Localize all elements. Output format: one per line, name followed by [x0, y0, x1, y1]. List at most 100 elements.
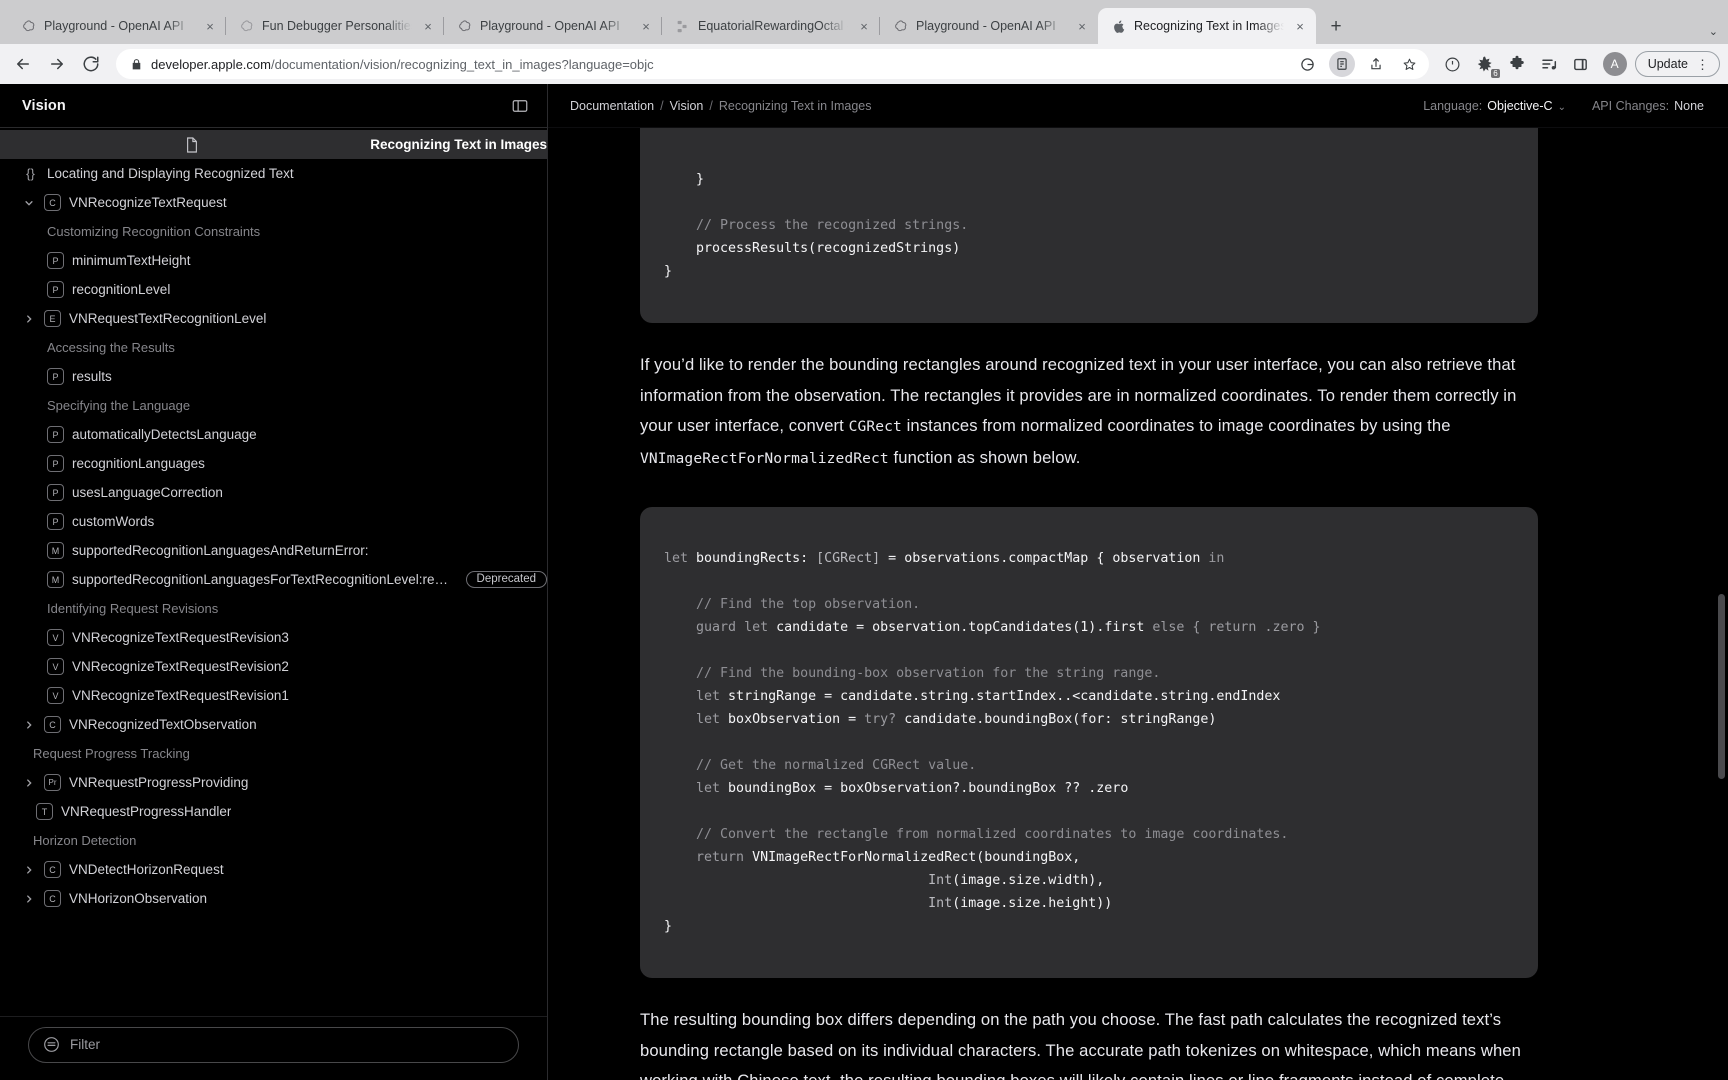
- chevron-right-icon[interactable]: [22, 314, 36, 324]
- code-line: }: [664, 172, 705, 187]
- code-line: let boundingBox = boxObservation?.boundi…: [664, 781, 1129, 796]
- tab-strip-right: ⌄: [1709, 25, 1728, 44]
- api-changes-control[interactable]: API Changes: None: [1592, 99, 1704, 113]
- extensions-puzzle-icon[interactable]: [1503, 50, 1531, 78]
- side-panel-icon[interactable]: [1567, 50, 1595, 78]
- browser-tab[interactable]: Playground - OpenAI API ×: [879, 8, 1098, 44]
- tab-title: Playground - OpenAI API: [480, 19, 620, 33]
- sidebar-item-vnrecognizetextrequestrevision2[interactable]: V VNRecognizeTextRequestRevision2: [0, 652, 547, 681]
- reload-button[interactable]: [76, 49, 106, 79]
- sidebar-item-vnrecognizetextrequestrevision3[interactable]: V VNRecognizeTextRequestRevision3: [0, 623, 547, 652]
- sidebar-item-results[interactable]: P results: [0, 362, 547, 391]
- sidebar-item-recognizing-text-in-images[interactable]: Recognizing Text in Images: [0, 130, 547, 159]
- openai-icon: [456, 18, 472, 34]
- sidebar-item-vnrequesttextrecognitionlevel[interactable]: E VNRequestTextRecognitionLevel: [0, 304, 547, 333]
- sidebar-toggle-icon[interactable]: [511, 97, 529, 115]
- class-symbol-icon: C: [44, 861, 61, 878]
- google-lens-icon[interactable]: [1295, 51, 1321, 77]
- sidebar-item-locating-and-displaying-recognized-text[interactable]: {} Locating and Displaying Recognized Te…: [0, 159, 547, 188]
- enum-symbol-icon: E: [44, 310, 61, 327]
- share-icon[interactable]: [1363, 51, 1389, 77]
- documentation-sidebar: Vision Recognizing Text in Images {} Loc…: [0, 84, 548, 1080]
- update-label: Update: [1647, 57, 1688, 71]
- bookmark-star-icon[interactable]: [1397, 51, 1423, 77]
- browser-tab-active[interactable]: Recognizing Text in Images | A ×: [1098, 8, 1316, 44]
- sidebar-group-label: Identifying Request Revisions: [47, 601, 219, 616]
- filter-icon: [43, 1036, 60, 1053]
- browser-menu-icon[interactable]: ⋮: [1696, 58, 1709, 71]
- sidebar-item-recognitionlevel[interactable]: P recognitionLevel: [0, 275, 547, 304]
- forward-button[interactable]: [42, 49, 72, 79]
- browser-tab[interactable]: EquatorialRewardingOctal - Re ×: [661, 8, 880, 44]
- sidebar-item-label: minimumTextHeight: [72, 253, 191, 268]
- playlist-icon[interactable]: [1535, 50, 1563, 78]
- braces-icon: {}: [26, 166, 35, 181]
- breadcrumb-item-documentation[interactable]: Documentation: [570, 99, 654, 113]
- sidebar-item-vnrequestprogressproviding[interactable]: Pr VNRequestProgressProviding: [0, 768, 547, 797]
- chevron-down-icon[interactable]: ⌄: [1709, 25, 1718, 38]
- sidebar-item-vnrecognizetextrequest[interactable]: C VNRecognizeTextRequest: [0, 188, 547, 217]
- property-symbol-icon: P: [47, 426, 64, 443]
- status-badge: Deprecated: [465, 571, 547, 588]
- sidebar-item-vnrecognizedtextobservation[interactable]: C VNRecognizedTextObservation: [0, 710, 547, 739]
- method-symbol-icon: M: [47, 571, 64, 588]
- chevron-down-icon[interactable]: [22, 198, 36, 208]
- avatar[interactable]: A: [1602, 52, 1627, 76]
- sidebar-group-accessing-the-results: Accessing the Results: [0, 333, 547, 362]
- close-icon[interactable]: ×: [202, 18, 218, 34]
- chevron-right-icon[interactable]: [22, 894, 36, 904]
- property-symbol-icon: P: [47, 455, 64, 472]
- sidebar-item-vndetecthorizonrequest[interactable]: C VNDetectHorizonRequest: [0, 855, 547, 884]
- sidebar-item-vnrequestprogresshandler[interactable]: T VNRequestProgressHandler: [0, 797, 547, 826]
- sidebar-item-label: Recognizing Text in Images: [370, 137, 547, 152]
- apple-icon: [1110, 18, 1126, 34]
- browser-tab[interactable]: Playground - OpenAI API ×: [443, 8, 662, 44]
- chevron-right-icon[interactable]: [22, 865, 36, 875]
- tab-title: Recognizing Text in Images | A: [1134, 19, 1284, 33]
- chevron-right-icon[interactable]: [22, 778, 36, 788]
- password-manager-icon[interactable]: [1439, 50, 1467, 78]
- sidebar-item-useslanguagecorrection[interactable]: P usesLanguageCorrection: [0, 478, 547, 507]
- breadcrumb-separator: /: [660, 98, 664, 113]
- new-tab-button[interactable]: +: [1322, 12, 1350, 40]
- close-icon[interactable]: ×: [1074, 18, 1090, 34]
- openai-icon: [20, 18, 36, 34]
- sidebar-item-supportedrecognitionlanguagesfortextrecognitionlevel[interactable]: M supportedRecognitionLanguagesForTextRe…: [0, 565, 547, 594]
- language-selector[interactable]: Language: Objective-C ⌄: [1423, 99, 1566, 113]
- value-symbol-icon: V: [47, 658, 64, 675]
- vertical-scrollbar[interactable]: [1718, 594, 1725, 779]
- sidebar-group-specifying-the-language: Specifying the Language: [0, 391, 547, 420]
- sidebar-item-automaticallydetectslanguage[interactable]: P automaticallyDetectsLanguage: [0, 420, 547, 449]
- sidebar-item-vnhorizonobservation[interactable]: C VNHorizonObservation: [0, 884, 547, 913]
- api-changes-label: API Changes:: [1591, 98, 1670, 113]
- sidebar-item-supportedrecognitionlanguagesandreturnerror[interactable]: M supportedRecognitionLanguagesAndReturn…: [0, 536, 547, 565]
- tab-strip: Playground - OpenAI API × Fun Debugger P…: [0, 0, 1728, 44]
- close-icon[interactable]: ×: [856, 18, 872, 34]
- reading-mode-icon[interactable]: [1328, 51, 1355, 77]
- class-symbol-icon: C: [44, 890, 61, 907]
- filter-input[interactable]: Filter: [28, 1026, 519, 1063]
- sidebar-item-minimumtextheight[interactable]: P minimumTextHeight: [0, 246, 547, 275]
- sidebar-item-label: VNRequestProgressHandler: [61, 804, 232, 819]
- back-button[interactable]: [8, 49, 38, 79]
- sidebar-item-label: VNRecognizeTextRequestRevision3: [72, 630, 289, 645]
- browser-tab[interactable]: Fun Debugger Personalities ×: [225, 8, 444, 44]
- sidebar-item-vnrecognizetextrequestrevision1[interactable]: V VNRecognizeTextRequestRevision1: [0, 681, 547, 710]
- protocol-symbol-icon: Pr: [44, 774, 61, 791]
- update-button[interactable]: Update ⋮: [1634, 51, 1720, 77]
- close-icon[interactable]: ×: [420, 18, 436, 34]
- chevron-down-icon[interactable]: ⌄: [1558, 102, 1566, 113]
- sidebar-item-customwords[interactable]: P customWords: [0, 507, 547, 536]
- value-symbol-icon: V: [47, 629, 64, 646]
- address-bar[interactable]: developer.apple.com/documentation/vision…: [116, 49, 1429, 79]
- document-scroll-area[interactable]: } // Process the recognized strings. pro…: [548, 128, 1728, 1080]
- close-icon[interactable]: ×: [638, 18, 654, 34]
- browser-tab[interactable]: Playground - OpenAI API ×: [8, 8, 226, 44]
- language-value: Objective-C: [1487, 98, 1553, 113]
- close-icon[interactable]: ×: [1292, 18, 1308, 34]
- chevron-right-icon[interactable]: [22, 720, 36, 730]
- puzzle-extension-icon[interactable]: 6: [1471, 50, 1500, 78]
- breadcrumb-item-vision[interactable]: Vision: [670, 99, 704, 113]
- browser-window: Playground - OpenAI API × Fun Debugger P…: [0, 0, 1728, 1080]
- sidebar-item-recognitionlanguages[interactable]: P recognitionLanguages: [0, 449, 547, 478]
